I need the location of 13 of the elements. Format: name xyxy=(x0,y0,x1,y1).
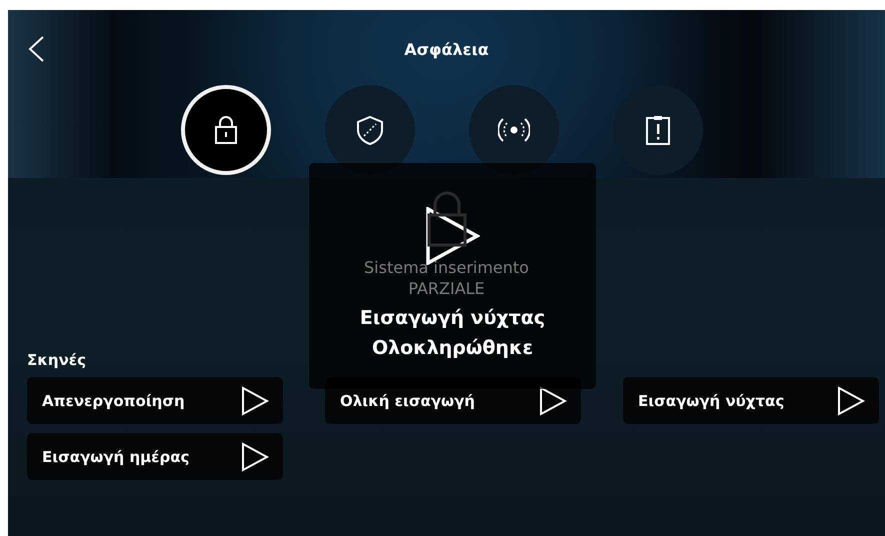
scene-button[interactable]: Εισαγωγή ημέρας xyxy=(27,433,283,480)
scene-button[interactable]: Εισαγωγή νύχτας xyxy=(623,377,879,424)
scene-button[interactable]: Απενεργοποίηση xyxy=(27,377,283,424)
screen-title: Ασφάλεια xyxy=(403,40,490,58)
section-label: Σκηνές xyxy=(27,351,88,369)
status-text: PARZIALE xyxy=(408,278,485,299)
status-text: Sistema inserimento xyxy=(364,257,529,278)
lock-icon xyxy=(424,191,468,247)
back-icon[interactable] xyxy=(26,35,46,63)
toast-message: Εισαγωγή νύχτας Ολοκληρώθηκε xyxy=(360,306,546,361)
play-icon xyxy=(241,442,269,472)
play-icon xyxy=(241,386,269,416)
play-icon xyxy=(837,386,865,416)
